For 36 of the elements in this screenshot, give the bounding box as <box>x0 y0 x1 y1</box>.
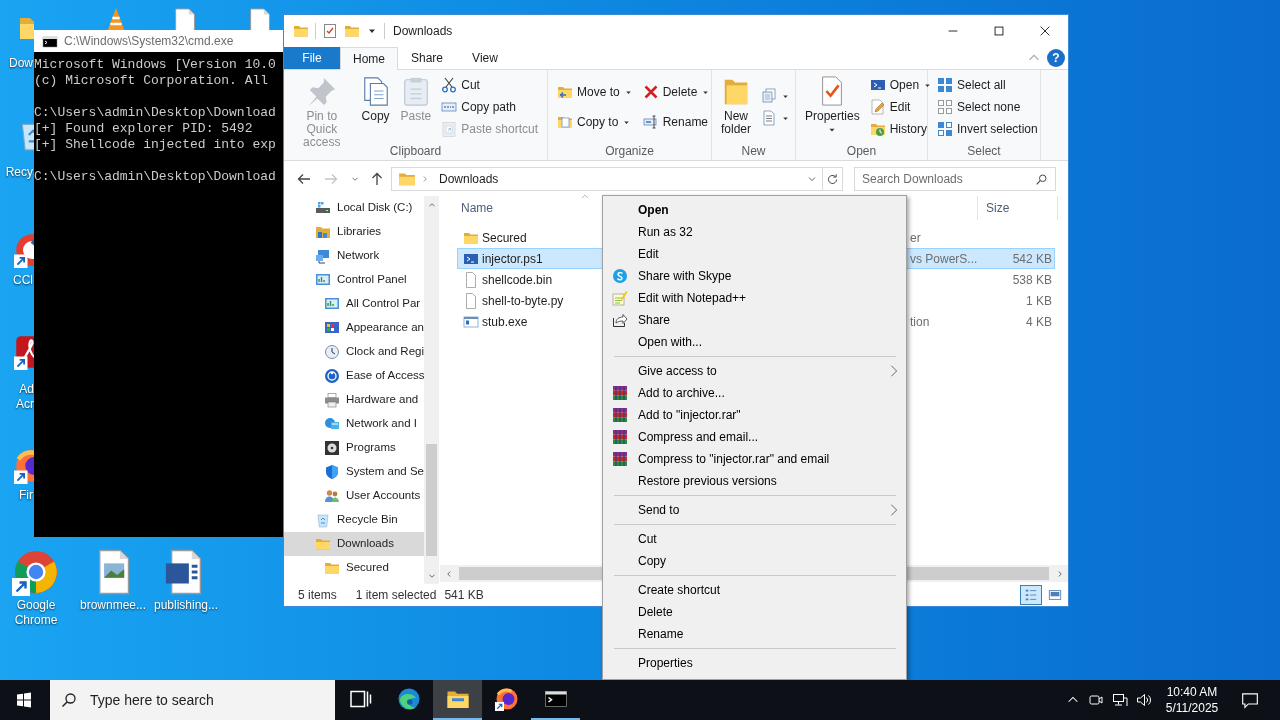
icon-label: Ad Acr <box>15 382 34 412</box>
icon-label: publishing... <box>152 598 219 613</box>
file-size: 538 KB <box>1012 271 1052 289</box>
group-label: Open <box>845 144 878 158</box>
file-size: 4 KB <box>1026 313 1052 331</box>
window-title: C:\Windows\System32\cmd.exe <box>64 33 234 50</box>
file-name: shell-to-byte.py <box>482 292 564 310</box>
console-line: C:\Users\admin\Desktop\Download <box>34 169 277 185</box>
icon-label: Dow <box>8 56 33 71</box>
file-name: stub.exe <box>482 313 528 331</box>
group-label: Select <box>966 144 1002 158</box>
icon-label: CCl <box>12 273 33 288</box>
group-label: Organize <box>604 144 655 158</box>
file-name: shellcode.bin <box>482 271 553 289</box>
icon-label: Fir <box>18 488 33 503</box>
icon-label: Recy <box>4 165 33 180</box>
file-type: vs PowerS... <box>910 250 978 268</box>
console-line: [+] Shellcode injected into exp <box>34 137 277 153</box>
group-label: New <box>740 144 767 158</box>
file-type: tion <box>910 313 930 331</box>
selection-size: 541 KB <box>444 587 484 604</box>
group-label: Clipboard <box>388 144 443 158</box>
icon-label: Google Chrome <box>13 598 59 628</box>
console-line: [+] Found explorer PID: 5492 <box>34 121 254 137</box>
window-title: Downloads <box>393 23 453 40</box>
item-count: 5 items <box>298 587 337 604</box>
console-line: Microsoft Windows [Version 10.0 <box>34 57 277 73</box>
file-type: er <box>910 229 921 247</box>
file-size: 542 KB <box>1012 250 1052 268</box>
file-name: Secured <box>482 229 527 247</box>
icon-label: brownmee... <box>79 598 147 613</box>
console-line: (c) Microsoft Corporation. All <box>34 73 270 89</box>
selection-info: 1 item selected <box>355 587 437 604</box>
console-line: C:\Users\admin\Desktop\Download <box>34 105 277 121</box>
file-size: 1 KB <box>1026 292 1052 310</box>
file-name: injector.ps1 <box>482 250 543 268</box>
